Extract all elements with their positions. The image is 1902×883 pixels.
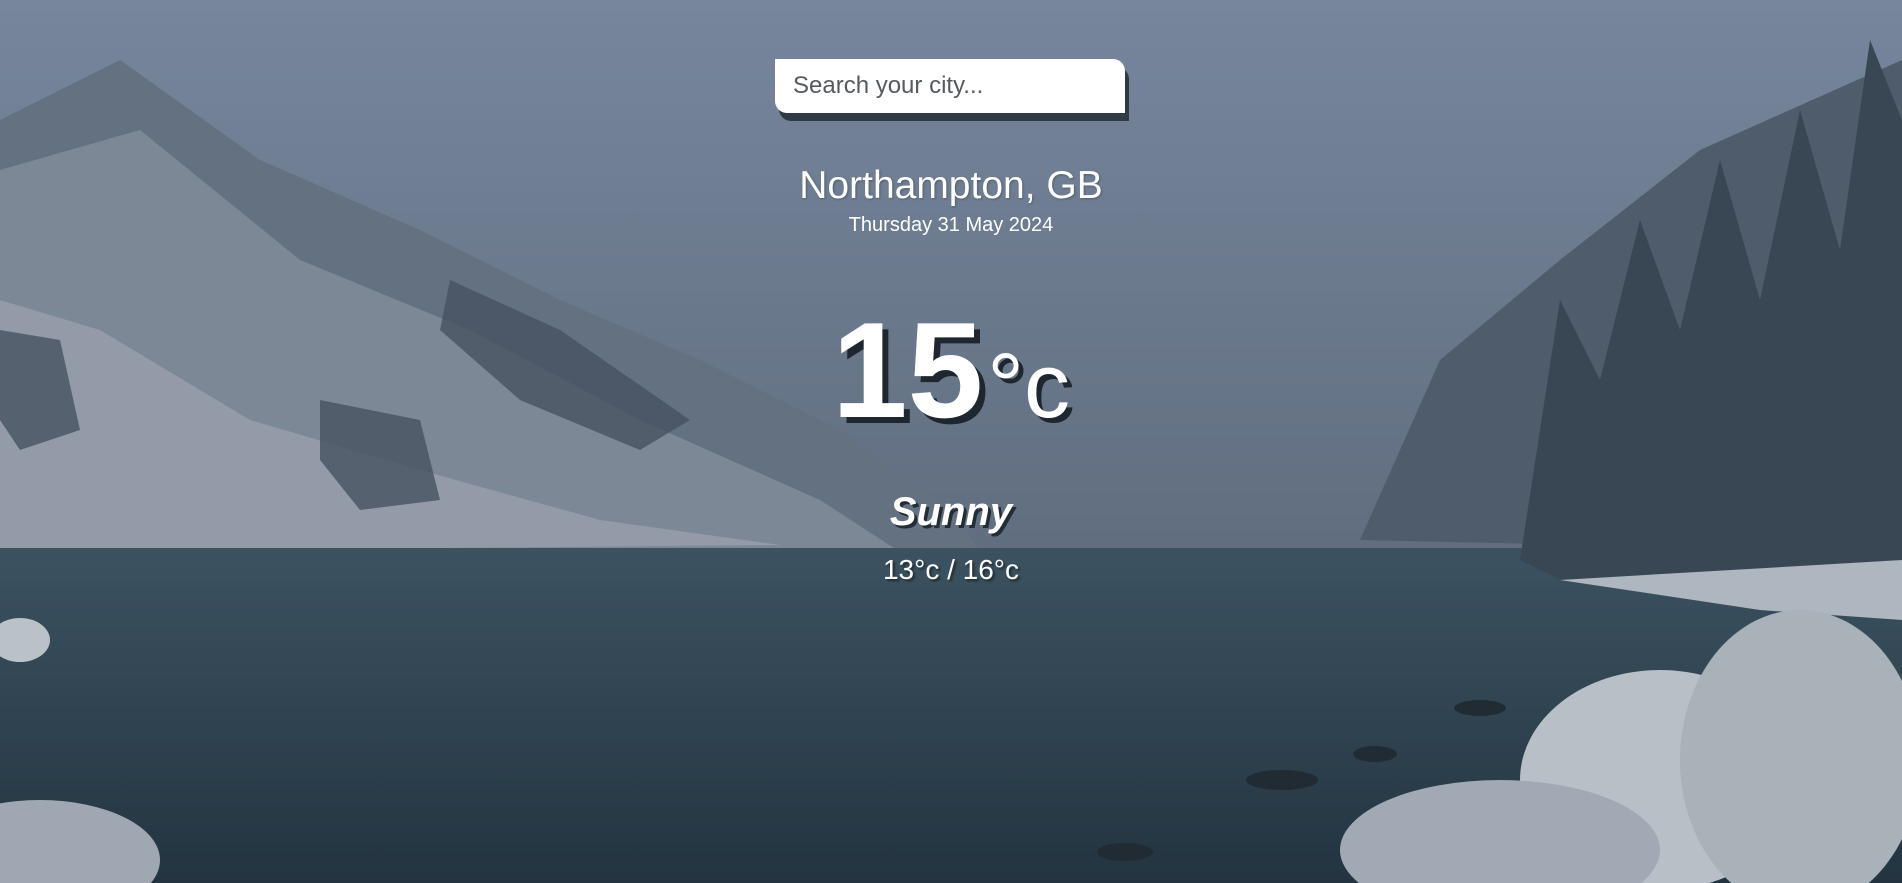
current-temperature: 15°c — [0, 300, 1902, 456]
current-date: Thursday 31 May 2024 — [848, 214, 1054, 236]
temperature-unit: °c — [987, 335, 1071, 437]
temperature-range: 13°c / 16°c — [882, 554, 1020, 585]
city-name: Northampton, GB — [799, 164, 1103, 207]
search-input[interactable] — [775, 59, 1125, 113]
temperature-value: 15 — [831, 294, 984, 446]
weather-condition: Sunny — [889, 490, 1013, 534]
search-bar — [775, 59, 1125, 113]
